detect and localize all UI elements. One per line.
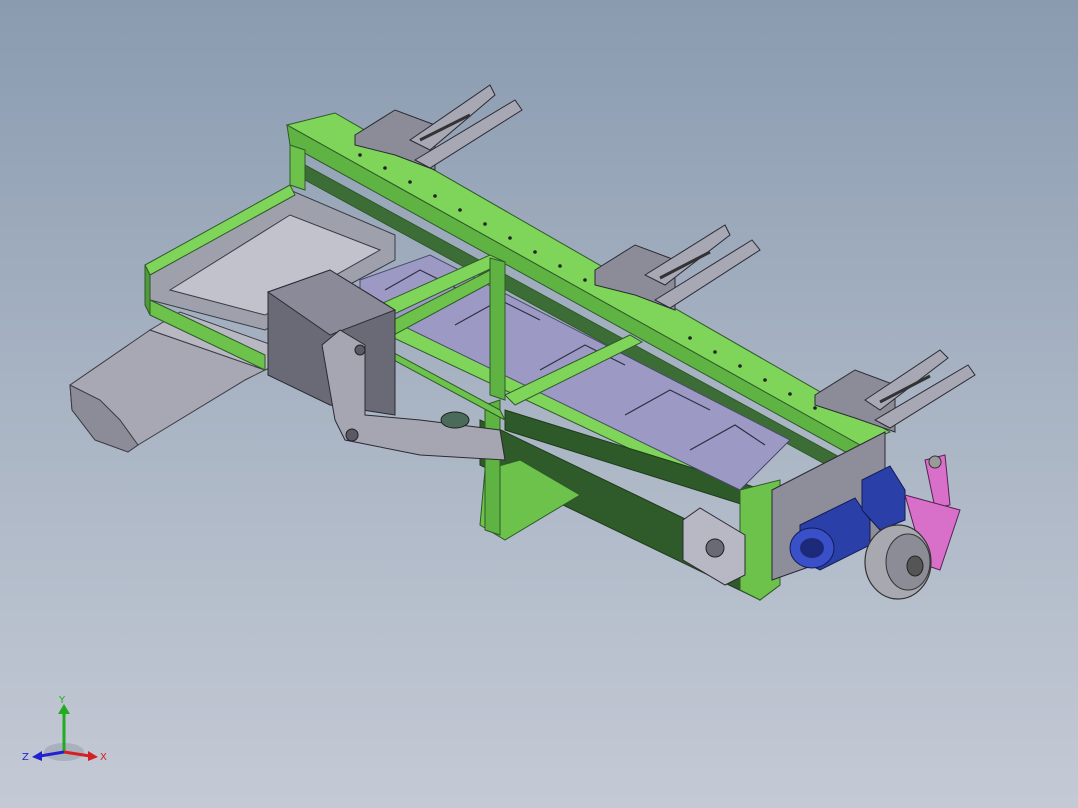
z-axis-label: Z (22, 752, 29, 763)
x-axis-label: X (100, 752, 107, 763)
coordinate-triad: Y X Z (22, 695, 107, 763)
x-arrow-icon (88, 751, 98, 761)
graphics-viewport[interactable]: Y X Z (0, 0, 1078, 808)
z-arrow-icon (32, 751, 42, 761)
y-axis-label: Y (58, 695, 66, 706)
conveyor-assembly-model[interactable] (0, 0, 1078, 808)
